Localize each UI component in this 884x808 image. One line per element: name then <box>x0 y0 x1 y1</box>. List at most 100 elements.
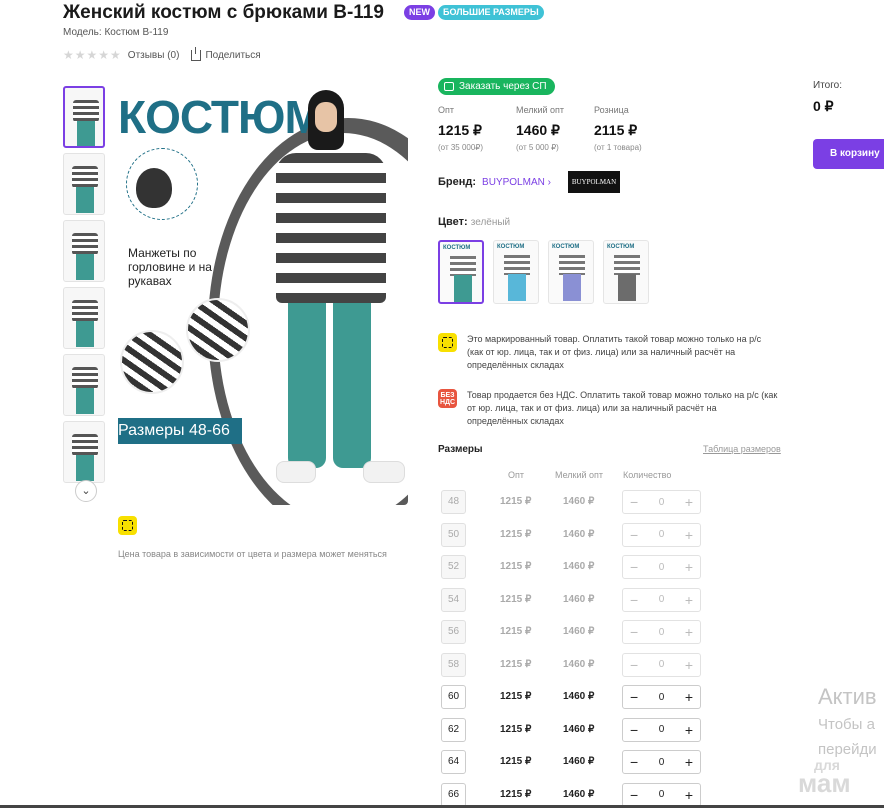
size-small-opt-price: 1460 ₽ <box>563 756 595 767</box>
quantity-stepper[interactable]: − 0 + <box>622 750 701 774</box>
add-to-cart-button[interactable]: В корзину <box>813 139 884 169</box>
size-opt-price: 1215 ₽ <box>500 723 532 735</box>
no-vat-icon: БЕЗ НДС <box>438 389 457 408</box>
size-row: 64 1215 ₽ 1460 ₽ − 0 + <box>441 750 701 774</box>
quantity-value[interactable]: 0 <box>659 594 665 605</box>
thumbnails-scroll-down-button[interactable]: ⌄ <box>75 480 97 502</box>
quantity-stepper[interactable]: − 0 + <box>622 782 701 807</box>
size-small-opt-price: 1460 ₽ <box>563 528 595 540</box>
size-label: 64 <box>441 750 466 774</box>
sizes-title: Размеры <box>438 444 483 455</box>
quantity-value[interactable]: 0 <box>659 724 665 735</box>
plus-icon[interactable]: + <box>685 755 693 769</box>
brand-label: Бренд: <box>438 176 477 188</box>
plus-icon[interactable]: + <box>685 788 693 802</box>
minus-icon[interactable]: − <box>630 528 638 542</box>
quantity-value[interactable]: 0 <box>659 757 665 768</box>
quantity-stepper[interactable]: − 0 + <box>622 555 701 579</box>
quantity-stepper[interactable]: − 0 + <box>622 522 701 547</box>
plus-icon[interactable]: + <box>685 560 693 574</box>
nds-notice-text: Товар продается без НДС. Оплатить такой … <box>467 390 778 426</box>
plus-icon[interactable]: + <box>685 723 693 737</box>
price-tier: Мелкий опт 1460 ₽ (от 5 000 ₽) <box>516 105 565 152</box>
color-swatch[interactable]: КОСТЮМ <box>548 240 594 304</box>
quantity-value[interactable]: 0 <box>659 627 665 638</box>
color-label: Цвет: <box>438 216 468 228</box>
banner-title: КОСТЮМ <box>118 91 323 143</box>
minus-icon[interactable]: − <box>630 625 638 639</box>
flame-icon <box>136 168 172 208</box>
quantity-value[interactable]: 0 <box>659 692 665 703</box>
quantity-value[interactable]: 0 <box>659 562 665 573</box>
quantity-stepper[interactable]: − 0 + <box>622 685 701 709</box>
thumbnail[interactable] <box>63 354 105 416</box>
chevron-down-icon: ⌄ <box>81 485 91 497</box>
plus-icon[interactable]: + <box>685 593 693 607</box>
quantity-stepper[interactable]: − 0 + <box>622 490 701 514</box>
quantity-value[interactable]: 0 <box>659 497 665 508</box>
share-button[interactable]: Поделиться <box>191 46 261 61</box>
thumbnail[interactable] <box>63 220 105 282</box>
size-label: 56 <box>441 620 466 644</box>
price-tier: Опт 1215 ₽ (от 35 000₽) <box>438 105 484 152</box>
size-opt-price: 1215 ₽ <box>500 691 532 702</box>
plus-icon[interactable]: + <box>685 495 693 509</box>
minus-icon[interactable]: − <box>630 560 638 574</box>
size-row: 66 1215 ₽ 1460 ₽ − 0 + <box>441 782 701 807</box>
quantity-value[interactable]: 0 <box>659 659 665 670</box>
minus-icon[interactable]: − <box>630 788 638 802</box>
minus-icon[interactable]: − <box>630 495 638 509</box>
size-opt-price: 1215 ₽ <box>500 658 532 670</box>
size-small-opt-price: 1460 ₽ <box>563 723 595 735</box>
thumbnail[interactable] <box>63 421 105 483</box>
quantity-value[interactable]: 0 <box>659 789 665 800</box>
size-label: 48 <box>441 490 466 514</box>
thumbnail[interactable] <box>63 153 105 215</box>
share-icon <box>191 46 202 61</box>
marked-notice-text: Это маркированный товар. Оплатить такой … <box>467 334 762 370</box>
minus-icon[interactable]: − <box>630 755 638 769</box>
quantity-stepper[interactable]: − 0 + <box>622 620 701 644</box>
minus-icon[interactable]: − <box>630 690 638 704</box>
nds-notice: БЕЗ НДС Товар продается без НДС. Оплатит… <box>438 389 778 428</box>
rating-stars-icon: ★★★★★ <box>63 48 122 62</box>
brand-logo[interactable]: BUYPOLMAN <box>568 171 620 193</box>
rating-row: ★★★★★ Отзывы (0) Поделиться <box>63 46 261 62</box>
minus-icon[interactable]: − <box>630 658 638 672</box>
color-value: зелёный <box>470 217 511 228</box>
marking-icon <box>118 516 137 535</box>
plus-icon[interactable]: + <box>685 690 693 704</box>
color-swatch[interactable]: КОСТЮМ <box>438 240 484 304</box>
share-label: Поделиться <box>205 49 261 61</box>
minus-icon[interactable]: − <box>630 593 638 607</box>
order-via-sp-button[interactable]: Заказать через СП <box>438 78 555 95</box>
thumbnail[interactable] <box>63 86 105 148</box>
quantity-stepper[interactable]: − 0 + <box>622 652 701 677</box>
main-product-image[interactable]: КОСТЮМ Манжеты по горловине и на рукавах… <box>118 78 408 505</box>
total-value: 0 ₽ <box>813 98 834 114</box>
brand-link[interactable]: BUYPOLMAN › <box>482 177 551 188</box>
size-row: 54 1215 ₽ 1460 ₽ − 0 + <box>441 587 701 612</box>
thumbnail-strip <box>63 86 109 488</box>
plus-icon[interactable]: + <box>685 528 693 542</box>
size-table-link[interactable]: Таблица размеров <box>703 444 781 454</box>
column-header-opt: Опт <box>508 470 524 480</box>
thumbnail[interactable] <box>63 287 105 349</box>
size-label: 60 <box>441 685 466 709</box>
size-opt-price: 1215 ₽ <box>500 593 532 605</box>
color-row: Цвет: зелёный <box>438 216 510 228</box>
quantity-value[interactable]: 0 <box>659 529 665 540</box>
minus-icon[interactable]: − <box>630 723 638 737</box>
reviews-link[interactable]: Отзывы (0) <box>128 50 180 61</box>
order-via-sp-label: Заказать через СП <box>459 81 547 92</box>
product-title: Женский костюм с брюками B-119 <box>63 2 384 23</box>
size-small-opt-price: 1460 ₽ <box>563 658 595 670</box>
plus-icon[interactable]: + <box>685 625 693 639</box>
plus-icon[interactable]: + <box>685 658 693 672</box>
quantity-stepper[interactable]: − 0 + <box>622 717 701 742</box>
size-small-opt-price: 1460 ₽ <box>563 561 595 572</box>
color-swatch[interactable]: КОСТЮМ <box>493 240 539 304</box>
size-label: 62 <box>441 717 466 742</box>
color-swatch[interactable]: КОСТЮМ <box>603 240 649 304</box>
quantity-stepper[interactable]: − 0 + <box>622 587 701 612</box>
